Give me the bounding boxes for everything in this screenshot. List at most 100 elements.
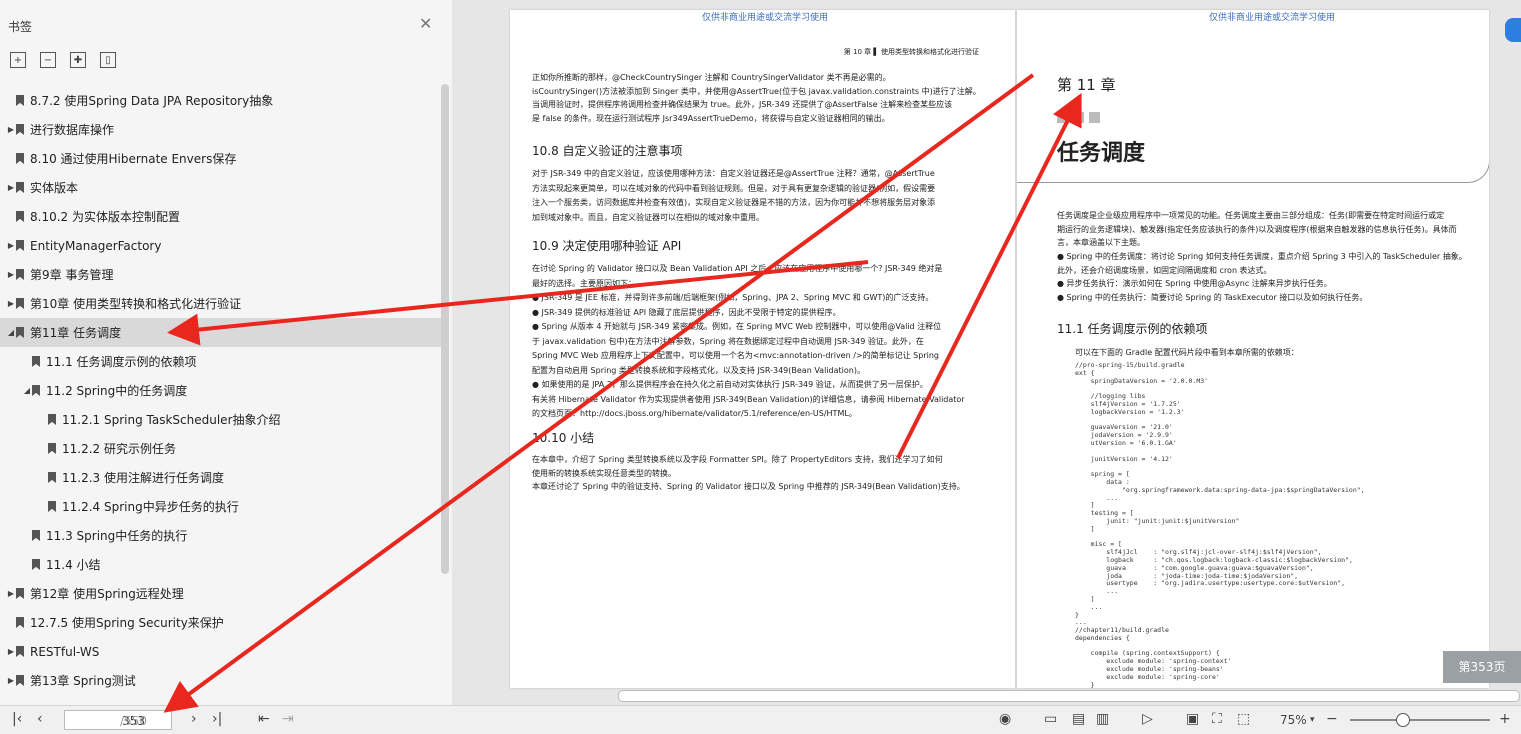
bookmark-ribbon-icon: [48, 414, 56, 425]
page-number-input[interactable]: 353: [64, 710, 172, 730]
bookmark-ribbon-icon: [48, 443, 56, 454]
horizontal-scrollbar[interactable]: [618, 690, 1520, 702]
continuous-page-icon[interactable]: ▤: [1072, 711, 1085, 727]
bookmark-tree: 8.7.2 使用Spring Data JPA Repository抽象 ▶ 进行数…: [0, 86, 442, 695]
text-line: ● Spring 从版本 4 开始就与 JSR-349 紧密集成。例如，在 Sp…: [532, 322, 942, 331]
section-heading: 10.9 决定使用哪种验证 API: [532, 239, 682, 253]
close-icon[interactable]: ✕: [419, 14, 432, 33]
bookmark-label: 第12章 使用Spring远程处理: [30, 587, 184, 601]
pdf-page-right: 仅供非商业用途或交流学习使用 第 11 章 任务调度 任务调度是企业级应用程序中…: [1017, 10, 1489, 688]
bookmark-item[interactable]: 11.2.4 Spring中异步任务的执行: [0, 492, 440, 521]
two-page-icon[interactable]: ▥: [1096, 711, 1109, 727]
expand-toggle-icon[interactable]: ▶: [6, 241, 16, 250]
collapse-all-icon[interactable]: −: [40, 52, 56, 68]
sidebar-scrollbar[interactable]: [441, 84, 449, 574]
bookmark-ribbon-icon: [32, 530, 40, 541]
play-icon[interactable]: ▷: [1142, 711, 1153, 727]
bookmark-item[interactable]: ▶ EntityManagerFactory: [0, 231, 440, 260]
bookmark-item[interactable]: 11.2.3 使用注解进行任务调度: [0, 463, 440, 492]
fit-width-icon[interactable]: ⬚: [1237, 711, 1250, 727]
single-page-icon[interactable]: ▭: [1044, 711, 1057, 727]
bookmark-ribbon-icon: [16, 182, 24, 193]
bookmark-item[interactable]: ▶ 进行数据库操作: [0, 115, 440, 144]
bookmark-item[interactable]: 8.10 通过使用Hibernate Envers保存: [0, 144, 440, 173]
watermark: 仅供非商业用途或交流学习使用: [702, 13, 829, 23]
bookmark-label: EntityManagerFactory: [30, 238, 162, 253]
bookmark-ribbon-icon: [16, 327, 24, 338]
bookmark-item[interactable]: 11.1 任务调度示例的依赖项: [0, 347, 440, 376]
bookmark-item[interactable]: 11.2.1 Spring TaskScheduler抽象介绍: [0, 405, 440, 434]
bookmark-label: 11.1 任务调度示例的依赖项: [46, 355, 197, 369]
expand-toggle-icon[interactable]: ▶: [6, 299, 16, 308]
expand-toggle-icon[interactable]: ▶: [6, 270, 16, 279]
text-line: 使用新的转换系统实现任意类型的转换。: [532, 468, 676, 478]
back-icon[interactable]: ⇤: [258, 711, 270, 727]
prev-page-icon[interactable]: ‹: [37, 711, 43, 727]
chapter-number: 第 11 章: [1057, 76, 1116, 94]
text-line: 于 javax.validation 包中)在方法中注解参数，Spring 将在…: [532, 336, 924, 346]
text-line: 最好的选择。主要原因如下：: [532, 278, 636, 288]
zoom-slider-track[interactable]: [1350, 719, 1490, 721]
eye-icon[interactable]: ◉: [999, 711, 1011, 727]
bookmark-item[interactable]: ◢ 第11章 任务调度: [0, 318, 442, 347]
bookmark-item[interactable]: 11.3 Spring中任务的执行: [0, 521, 440, 550]
text-line: ● JSR-349 提供的标准验证 API 隐藏了底层提供程序，因此不受限于特定…: [532, 307, 841, 317]
expand-toggle-icon[interactable]: ▶: [6, 647, 16, 656]
bookmark-item[interactable]: 8.10.2 为实体版本控制配置: [0, 202, 440, 231]
text-line: 期运行的业务逻辑块)、触发器(指定任务应该执行的条件)以及调度程序(根据来自触发…: [1057, 224, 1457, 234]
expand-toggle-icon[interactable]: ▶: [6, 125, 16, 134]
forward-icon[interactable]: ⇥: [282, 711, 294, 727]
zoom-slider-handle[interactable]: [1396, 713, 1410, 727]
bookmark-label: 实体版本: [30, 181, 79, 195]
text-line: 的文档页面：http://docs.jboss.org/hibernate/va…: [532, 409, 857, 418]
bookmark-item[interactable]: ▶ 实体版本: [0, 173, 440, 202]
expand-toggle-icon[interactable]: ◢: [6, 328, 16, 337]
first-page-icon[interactable]: |‹: [12, 711, 22, 727]
bookmark-label: 进行数据库操作: [30, 123, 115, 137]
text-line: 注入一个服务类，访问数据库并检查有效值)，实现自定义验证器是不错的方法，因为你可…: [532, 198, 936, 207]
chevron-down-icon[interactable]: ▾: [1310, 715, 1315, 725]
section-heading: 10.8 自定义验证的注意事项: [532, 144, 683, 158]
bookmark-item[interactable]: ◢ 11.2 Spring中的任务调度: [0, 376, 440, 405]
text-line: 在本章中，介绍了 Spring 类型转换系统以及字段 Formatter SPI…: [532, 455, 943, 464]
bookmark-item[interactable]: ▶ 第13章 Spring测试: [0, 666, 440, 695]
text-line: ● 异步任务执行：演示如何在 Spring 中使用@Async 注解来异步执行任…: [1057, 279, 1332, 288]
text-line: 有关将 Hibernate Validator 作为实现提供者使用 JSR-34…: [532, 394, 965, 404]
bookmark-ribbon-icon: [16, 240, 24, 251]
bookmark-item[interactable]: ▶ RESTful-WS: [0, 637, 440, 666]
expand-toggle-icon[interactable]: ▶: [6, 676, 16, 685]
add-bookmark-icon[interactable]: ✚: [70, 52, 86, 68]
text-line: 方法实现起来更简单，可以在域对象的代码中看到验证规则。但是，对于具有更复杂逻辑的…: [532, 183, 936, 193]
bookmark-icon[interactable]: ▯: [100, 52, 116, 68]
text-line: 任务调度是企业级应用程序中一项常见的功能。任务调度主要由三部分组成：任务(即需要…: [1057, 211, 1445, 220]
bookmark-label: 8.10 通过使用Hibernate Envers保存: [30, 152, 237, 166]
bookmark-item[interactable]: ▶ 第10章 使用类型转换和格式化进行验证: [0, 289, 440, 318]
bookmark-label: 8.7.2 使用Spring Data JPA Repository抽象: [30, 94, 274, 108]
expand-all-icon[interactable]: +: [10, 52, 26, 68]
floating-tool-icon[interactable]: [1505, 18, 1521, 42]
bookmark-item[interactable]: 8.7.2 使用Spring Data JPA Repository抽象: [0, 86, 440, 115]
text-line: 当调用验证时，提供程序将调用检查并确保结果为 true。此外，JSR-349 还…: [532, 100, 953, 109]
bookmark-item[interactable]: 11.4 小结: [0, 550, 440, 579]
next-page-icon[interactable]: ›: [191, 711, 197, 727]
code-listing: //pro-spring-15/build.gradle ext { sprin…: [1075, 361, 1365, 688]
zoom-in-icon[interactable]: +: [1499, 711, 1511, 727]
bookmark-item[interactable]: ▶ 第12章 使用Spring远程处理: [0, 579, 440, 608]
zoom-level[interactable]: 75%: [1280, 713, 1307, 727]
actual-size-icon[interactable]: ▣: [1186, 711, 1199, 727]
page-number-badge: 第353页: [1443, 651, 1521, 683]
expand-toggle-icon[interactable]: ▶: [6, 589, 16, 598]
bookmark-ribbon-icon: [32, 356, 40, 367]
bookmark-label: 8.10.2 为实体版本控制配置: [30, 210, 180, 224]
expand-toggle-icon[interactable]: ◢: [22, 386, 32, 395]
bookmark-ribbon-icon: [16, 153, 24, 164]
bookmark-item[interactable]: 12.7.5 使用Spring Security来保护: [0, 608, 440, 637]
bookmark-label: 11.2.1 Spring TaskScheduler抽象介绍: [62, 413, 281, 427]
last-page-icon[interactable]: ›|: [212, 711, 222, 727]
bookmark-item[interactable]: 11.2.2 研究示例任务: [0, 434, 440, 463]
zoom-out-icon[interactable]: −: [1326, 711, 1338, 727]
bookmark-item[interactable]: ▶ 第9章 事务管理: [0, 260, 440, 289]
fit-page-icon[interactable]: ⛶: [1212, 711, 1222, 727]
bookmark-ribbon-icon: [16, 269, 24, 280]
expand-toggle-icon[interactable]: ▶: [6, 183, 16, 192]
